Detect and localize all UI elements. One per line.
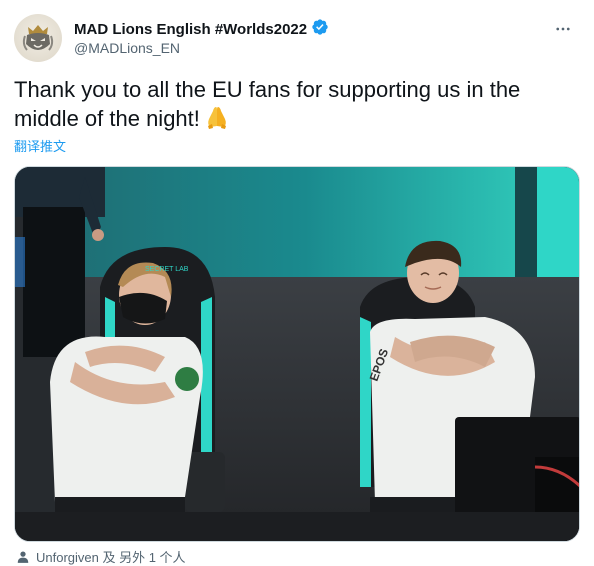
tagged-people[interactable]: Unforgiven 及 另外 1 个人 [16, 547, 186, 566]
tweet-photo[interactable]: EPOS SECRET LAB [14, 166, 580, 542]
person-icon [17, 550, 29, 563]
name-row: MAD Lions English #Worlds2022 [74, 18, 329, 41]
tweet-header: MAD Lions English #Worlds2022 @MADLions_… [14, 10, 580, 66]
verified-badge-icon [311, 18, 329, 41]
more-options-button[interactable] [548, 14, 578, 44]
tweet-text: Thank you to all the EU fans for support… [14, 76, 574, 137]
more-options-icon [556, 27, 570, 31]
mad-lions-logo-icon [22, 25, 54, 51]
display-name[interactable]: MAD Lions English #Worlds2022 [74, 21, 307, 39]
avatar[interactable] [14, 14, 62, 62]
folded-hands-icon [204, 104, 230, 137]
tweet-body: Thank you to all the EU fans for support… [14, 77, 521, 131]
translate-tweet-link[interactable]: 翻译推文 [14, 136, 66, 155]
chair-brand-label: SECRET LAB [145, 266, 189, 273]
user-handle[interactable]: @MADLions_EN [74, 39, 180, 57]
tagged-people-label: Unforgiven 及 另外 1 个人 [36, 550, 186, 565]
photo-scene: EPOS SECRET LAB [15, 167, 579, 541]
